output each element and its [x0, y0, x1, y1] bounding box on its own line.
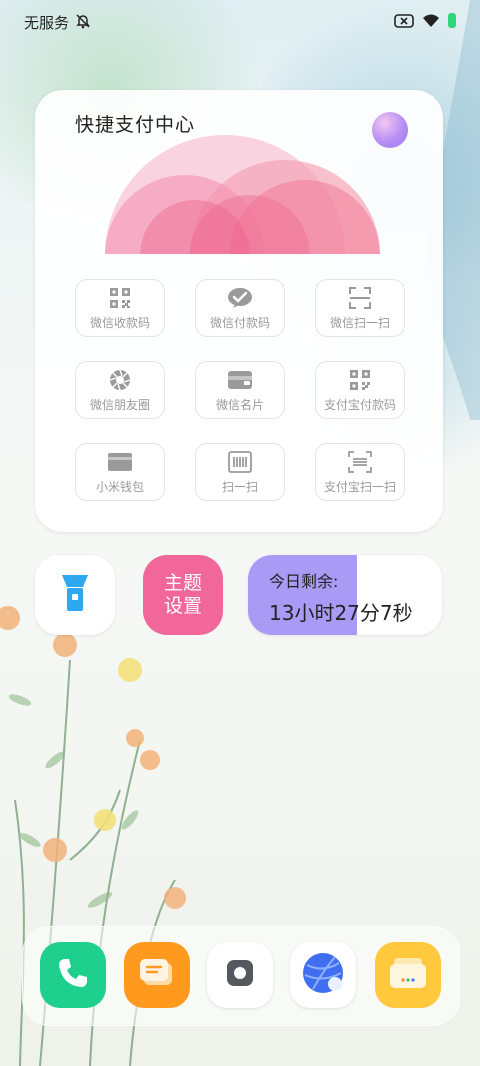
- tile-alipay-pay-code[interactable]: 支付宝付款码: [315, 361, 405, 419]
- day-remaining-time: 13小时27分7秒: [269, 601, 413, 625]
- tile-label: 微信朋友圈: [89, 397, 150, 412]
- status-left: 无服务: [24, 12, 91, 33]
- scan-barcode-icon: [348, 450, 372, 474]
- wifi-icon: [422, 13, 440, 32]
- status-bar: 无服务: [0, 0, 480, 44]
- theme-label-line2: 设置: [163, 595, 202, 617]
- camera-shutter-icon: [109, 368, 131, 392]
- tile-wechat-moments[interactable]: 微信朋友圈: [75, 361, 165, 419]
- message-icon: [138, 956, 176, 994]
- tile-scan[interactable]: 扫一扫: [195, 443, 285, 501]
- tile-wechat-pay-code[interactable]: 微信付款码: [195, 279, 285, 337]
- phone-app[interactable]: [40, 942, 106, 1008]
- flashlight-button[interactable]: [35, 555, 115, 635]
- tile-wechat-receive-code[interactable]: 微信收款码: [75, 279, 165, 337]
- day-remaining-widget[interactable]: 今日剩余: 13小时27分7秒: [248, 555, 442, 635]
- barcode-scan-icon: [228, 450, 252, 474]
- tile-label: 支付宝付款码: [323, 397, 396, 412]
- phone-icon: [56, 956, 90, 994]
- tile-label: 小米钱包: [95, 479, 144, 494]
- gallery-icon: [388, 956, 428, 994]
- qr-code-icon: [349, 368, 371, 392]
- theme-settings-button[interactable]: 主题 设置: [143, 555, 223, 635]
- tile-mi-wallet[interactable]: 小米钱包: [75, 443, 165, 501]
- flower-hero-graphic: [105, 135, 380, 254]
- tile-label: 微信扫一扫: [329, 315, 390, 330]
- bell-off-icon: [75, 13, 91, 33]
- gallery-app[interactable]: [375, 942, 441, 1008]
- wallet-card-icon: [227, 368, 253, 392]
- tile-alipay-scan[interactable]: 支付宝扫一扫: [315, 443, 405, 501]
- browser-app[interactable]: [290, 942, 356, 1008]
- gear-icon: [218, 951, 262, 999]
- battery-icon: [448, 12, 456, 32]
- qr-code-icon: [109, 286, 131, 310]
- tile-label: 支付宝扫一扫: [323, 479, 396, 494]
- flashlight-icon: [61, 573, 89, 617]
- theme-label-line1: 主题: [163, 572, 202, 594]
- quick-pay-widget[interactable]: 快捷支付中心 微信收款码 微信付款码 微信扫一扫 微信朋友圈 微信名片 支付宝付…: [35, 90, 443, 532]
- messages-app[interactable]: [124, 942, 190, 1008]
- wechat-pay-icon: [227, 286, 253, 310]
- day-remaining-title: 今日剩余:: [269, 572, 339, 591]
- battery-saver-x-icon: [394, 13, 414, 32]
- wallet-icon: [107, 450, 133, 474]
- widget-title: 快捷支付中心: [75, 114, 196, 136]
- tile-label: 微信收款码: [89, 315, 150, 330]
- tile-label: 扫一扫: [221, 479, 258, 494]
- tile-wechat-card[interactable]: 微信名片: [195, 361, 285, 419]
- carrier-text: 无服务: [24, 14, 70, 32]
- scan-frame-icon: [349, 286, 371, 310]
- globe-icon: [301, 951, 345, 999]
- tile-wechat-scan[interactable]: 微信扫一扫: [315, 279, 405, 337]
- tile-label: 微信名片: [215, 397, 264, 412]
- status-right: [394, 12, 456, 32]
- tile-label: 微信付款码: [209, 315, 270, 330]
- settings-app[interactable]: [207, 942, 273, 1008]
